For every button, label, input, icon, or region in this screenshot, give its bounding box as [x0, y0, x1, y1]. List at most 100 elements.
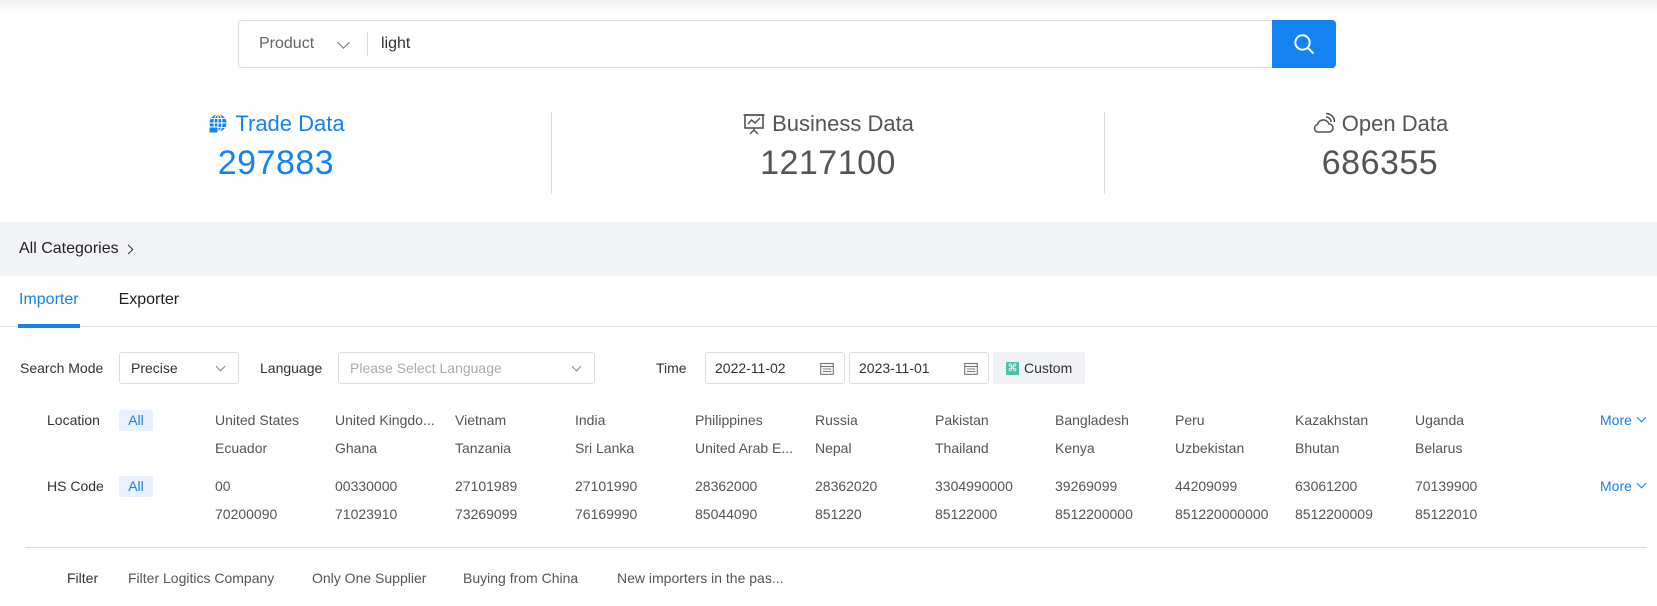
- hs-code-option[interactable]: 85122010: [1415, 506, 1477, 522]
- filter-option[interactable]: Filter Logitics Company: [128, 570, 274, 586]
- hs-code-option[interactable]: 27101989: [455, 478, 517, 494]
- stat-open-data[interactable]: Open Data 686355: [1104, 110, 1656, 194]
- location-option[interactable]: Bhutan: [1295, 440, 1339, 456]
- command-icon: ⌘: [1006, 361, 1019, 375]
- start-date-value: 2022-11-02: [715, 360, 786, 376]
- stat-business-data[interactable]: Business Data 1217100: [552, 110, 1105, 194]
- hs-code-option[interactable]: 27101990: [575, 478, 637, 494]
- start-date-picker[interactable]: 2022-11-02: [705, 352, 845, 384]
- custom-label: Custom: [1024, 360, 1073, 376]
- hs-code-option[interactable]: 76169990: [575, 506, 637, 522]
- chevron-down-icon: [337, 36, 350, 49]
- end-date-value: 2023-11-01: [859, 360, 930, 376]
- hs-code-option[interactable]: 8512200009: [1295, 506, 1373, 522]
- search-type-value: Product: [259, 35, 315, 52]
- hs-code-option[interactable]: 63061200: [1295, 478, 1357, 494]
- location-option[interactable]: United Arab E...: [695, 440, 793, 456]
- hs-code-option[interactable]: 851220000000: [1175, 506, 1268, 522]
- presentation-board-icon: [743, 114, 765, 135]
- location-option[interactable]: Belarus: [1415, 440, 1462, 456]
- cloud-signal-icon: [1313, 112, 1336, 133]
- hs-code-more-button[interactable]: More: [1600, 478, 1647, 494]
- filter-label: Filter: [67, 570, 99, 586]
- location-option[interactable]: Bangladesh: [1055, 412, 1129, 428]
- chevron-down-icon: [571, 361, 582, 372]
- location-option[interactable]: Uzbekistan: [1175, 440, 1244, 456]
- language-label: Language: [260, 360, 323, 376]
- end-date-picker[interactable]: 2023-11-01: [849, 352, 989, 384]
- location-option[interactable]: Philippines: [695, 412, 763, 428]
- hs-code-option[interactable]: 8512200000: [1055, 506, 1133, 522]
- hs-code-option[interactable]: 3304990000: [935, 478, 1013, 494]
- hs-code-option[interactable]: 28362020: [815, 478, 877, 494]
- time-label: Time: [656, 360, 687, 376]
- location-option[interactable]: Ghana: [335, 440, 377, 456]
- location-option[interactable]: Russia: [815, 412, 858, 428]
- filter-option[interactable]: Buying from China: [463, 570, 578, 586]
- hs-code-label: HS Code: [47, 478, 104, 494]
- search-mode-select[interactable]: Precise: [119, 352, 239, 384]
- chevron-down-icon: [1636, 412, 1647, 423]
- location-option[interactable]: Kazakhstan: [1295, 412, 1368, 428]
- location-option[interactable]: Tanzania: [455, 440, 511, 456]
- globe-trade-icon: [208, 113, 227, 134]
- data-source-stats: Trade Data 297883 Business Data 1217100 …: [0, 110, 1657, 194]
- hs-code-option[interactable]: 28362000: [695, 478, 757, 494]
- location-option[interactable]: United States: [215, 412, 299, 428]
- stat-value: 686355: [1321, 144, 1439, 182]
- language-placeholder: Please Select Language: [350, 360, 502, 376]
- location-label: Location: [47, 412, 100, 428]
- stat-trade-data[interactable]: Trade Data 297883: [0, 110, 552, 194]
- stat-value: 1217100: [760, 144, 896, 182]
- all-categories-link[interactable]: All Categories: [19, 240, 119, 258]
- search-bar: Product: [238, 20, 1336, 68]
- search-box: Product: [238, 20, 1272, 68]
- location-option[interactable]: Kenya: [1055, 440, 1095, 456]
- search-type-select[interactable]: Product: [239, 21, 367, 67]
- chevron-right-icon: [123, 244, 134, 255]
- hs-code-option[interactable]: 70200090: [215, 506, 277, 522]
- calendar-icon: [964, 362, 978, 375]
- location-option[interactable]: India: [575, 412, 605, 428]
- stat-label: Business Data: [772, 111, 914, 136]
- hs-code-all-chip[interactable]: All: [119, 476, 153, 497]
- tab-importer[interactable]: Importer: [18, 276, 80, 328]
- hs-code-option[interactable]: 851220: [815, 506, 862, 522]
- location-option[interactable]: Vietnam: [455, 412, 506, 428]
- location-option[interactable]: Peru: [1175, 412, 1205, 428]
- location-option[interactable]: Thailand: [935, 440, 989, 456]
- more-label: More: [1600, 412, 1632, 428]
- more-label: More: [1600, 478, 1632, 494]
- search-input[interactable]: [368, 21, 1272, 67]
- stat-label: Open Data: [1341, 111, 1449, 136]
- section-divider: [25, 547, 1647, 548]
- hs-code-option[interactable]: 00: [215, 478, 231, 494]
- chevron-down-icon: [215, 361, 226, 372]
- hs-code-option[interactable]: 00330000: [335, 478, 397, 494]
- location-option[interactable]: Sri Lanka: [575, 440, 634, 456]
- filter-option[interactable]: Only One Supplier: [312, 570, 426, 586]
- calendar-icon: [820, 362, 834, 375]
- language-select[interactable]: Please Select Language: [338, 352, 595, 384]
- location-option[interactable]: Uganda: [1415, 412, 1464, 428]
- location-all-chip[interactable]: All: [119, 410, 153, 431]
- hs-code-option[interactable]: 85122000: [935, 506, 997, 522]
- hs-code-option[interactable]: 71023910: [335, 506, 397, 522]
- location-option[interactable]: Pakistan: [935, 412, 989, 428]
- location-option[interactable]: United Kingdo...: [335, 412, 435, 428]
- search-mode-label: Search Mode: [20, 360, 104, 376]
- top-shadow: [0, 0, 1657, 14]
- custom-time-button[interactable]: ⌘ Custom: [993, 352, 1086, 384]
- location-option[interactable]: Nepal: [815, 440, 852, 456]
- hs-code-option[interactable]: 73269099: [455, 506, 517, 522]
- role-tabs: Importer Exporter: [0, 276, 1657, 328]
- search-button[interactable]: [1272, 20, 1336, 68]
- hs-code-option[interactable]: 85044090: [695, 506, 757, 522]
- hs-code-option[interactable]: 39269099: [1055, 478, 1117, 494]
- filter-option[interactable]: New importers in the pas...: [617, 570, 784, 586]
- hs-code-option[interactable]: 70139900: [1415, 478, 1477, 494]
- tab-exporter[interactable]: Exporter: [119, 276, 179, 327]
- location-option[interactable]: Ecuador: [215, 440, 267, 456]
- hs-code-option[interactable]: 44209099: [1175, 478, 1237, 494]
- location-more-button[interactable]: More: [1600, 412, 1647, 428]
